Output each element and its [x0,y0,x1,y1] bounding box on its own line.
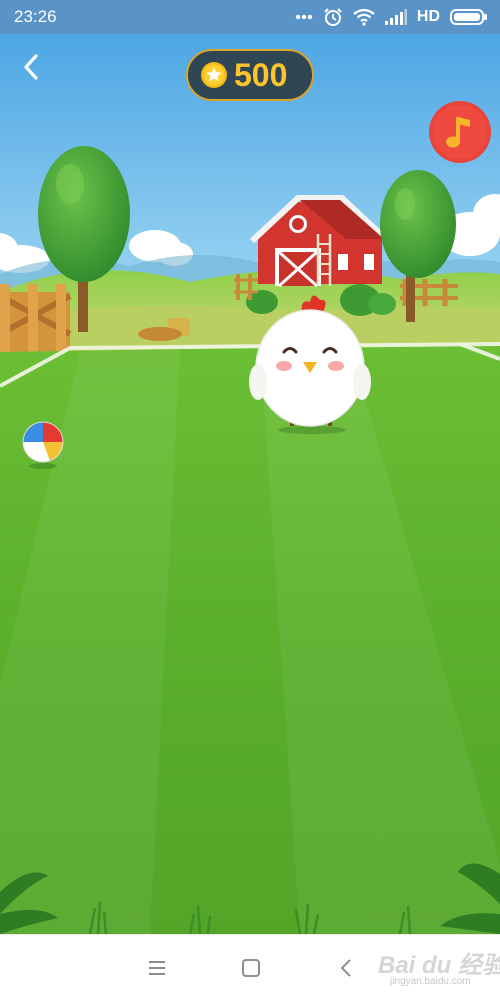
coin-counter[interactable]: 500 [186,49,314,101]
more-dots-icon [295,14,313,20]
back-triangle-icon[interactable] [332,953,362,983]
coin-count: 500 [234,57,288,93]
battery-icon [450,9,487,25]
music-button[interactable] [428,100,492,164]
farm-scene [0,34,500,934]
watermark-url: jingyan.baidu.com [390,976,471,987]
alarm-icon [324,8,342,26]
menu-icon[interactable] [142,953,172,983]
home-square-icon[interactable] [236,953,266,983]
chick-pet[interactable] [246,290,378,435]
watermark-brand: Bai du 经验 [378,952,500,979]
back-button[interactable] [16,50,48,84]
signal-icon [384,9,407,25]
status-icons: HD [295,6,488,28]
status-time: 23:26 [14,7,57,26]
watermark: Bai du 经验 jingyan.baidu.com [370,943,500,997]
system-nav-bar: Bai du 经验 jingyan.baidu.com [0,934,500,1000]
beach-ball[interactable] [20,420,66,470]
game-screen: 23:26 HD 500 Bai du 经验 jingyan.baidu.com [0,0,500,1000]
network-type-label: HD [416,8,440,25]
status-bar: 23:26 HD [0,0,500,34]
star-coin-icon [201,62,227,88]
wifi-icon [353,8,375,26]
